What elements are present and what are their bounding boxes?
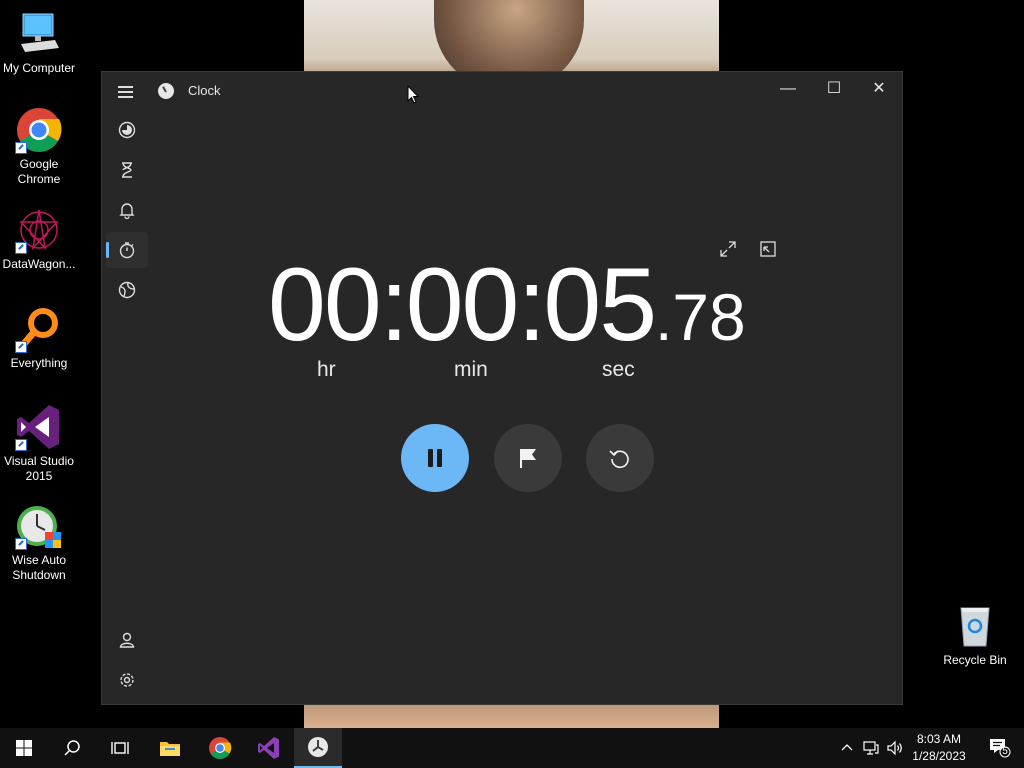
elapsed-time-display: 00:00:05.78 [268,246,746,365]
lap-button[interactable] [494,424,562,492]
folder-icon [160,742,180,756]
person-icon [119,632,135,648]
stopwatch-icon [119,242,135,259]
task-view-button[interactable] [96,728,144,768]
stopwatch-page: 00:00:05.78 hr min sec [152,110,902,704]
desktop-icon-my-computer[interactable]: My Computer [1,10,77,76]
search-icon [64,740,80,756]
show-hidden-icons-button[interactable] [836,728,858,768]
network-icon [863,741,879,755]
desktop-icon-label: Recycle Bin [943,653,1007,667]
desktop-icon-google-chrome[interactable]: Google Chrome [1,106,77,187]
taskbar-file-explorer[interactable] [146,728,194,768]
taskbar-visual-studio[interactable] [245,728,293,768]
hamburger-menu-icon[interactable] [116,82,136,100]
hours-unit-label: hr [317,358,336,381]
globe-icon [118,281,136,299]
speaker-icon [887,741,902,755]
time-separator: : [379,247,409,363]
nav-item-alarm[interactable] [106,192,148,228]
minimize-button[interactable]: — [765,72,811,106]
wise-auto-shutdown-icon [15,502,63,550]
hundredths-value: 78 [672,280,746,354]
close-button[interactable]: ✕ [856,72,902,106]
computer-icon [15,10,63,58]
recycle-bin-icon [951,602,999,650]
nav-item-timer[interactable] [106,152,148,188]
seconds-unit-label: sec [602,358,635,381]
desktop-icon-label: Wise Auto Shutdown [11,553,67,582]
datawagon-icon [15,206,63,254]
decimal-separator: . [655,285,673,354]
taskbar: 8:03 AM 1/28/2023 5 [0,728,1024,768]
search-button[interactable] [48,728,96,768]
visual-studio-icon [15,403,63,451]
desktop-icon-label: My Computer [2,61,76,75]
compact-overlay-icon [760,241,776,257]
desktop-icon-datawagon[interactable]: DataWagon... [1,206,77,272]
window-title: Clock [188,83,221,98]
taskbar-clock[interactable]: 8:03 AM 1/28/2023 [908,731,970,765]
volume-button[interactable] [883,728,907,768]
desktop-icon-label: Visual Studio 2015 [4,454,74,483]
everything-icon [15,305,63,353]
clock-app-icon [158,83,174,99]
desktop-icon-label: Everything [10,356,68,370]
nav-item-world-clock[interactable] [106,272,148,308]
reset-icon [609,450,629,469]
pause-button[interactable] [401,424,469,492]
desktop-icon-wise-auto-shutdown[interactable]: Wise Auto Shutdown [1,502,77,583]
clock-time: 8:03 AM [916,732,962,746]
focus-sessions-icon [118,121,136,139]
nav-item-focus-sessions[interactable] [106,112,148,148]
flag-icon [520,449,536,468]
start-button[interactable] [0,728,48,768]
nav-item-settings[interactable] [106,662,148,698]
minutes-value: 00 [405,247,520,363]
pause-icon [428,449,442,467]
desktop-icon-visual-studio[interactable]: Visual Studio 2015 [1,403,77,484]
maximize-button[interactable]: ☐ [811,72,857,106]
visual-studio-icon [258,737,279,759]
bell-icon [119,203,135,219]
desktop-icon-recycle-bin[interactable]: Recycle Bin [937,602,1013,668]
chrome-icon [209,737,232,759]
clock-app-icon [308,737,328,757]
desktop-icon-label: Google Chrome [17,157,61,186]
time-separator: : [517,247,547,363]
navigation-rail [102,110,152,704]
hours-value: 00 [268,247,382,363]
keep-on-top-button[interactable] [753,234,783,264]
nav-item-stopwatch[interactable] [106,232,148,268]
clock-window: Clock — ☐ ✕ 00:00:05.78 hr min sec [101,71,903,705]
windows-logo-icon [16,740,32,756]
seconds-value: 05 [543,247,657,363]
network-button[interactable] [859,728,883,768]
desktop: My Computer Google Chrome DataWagon... E… [0,0,1024,728]
desktop-icon-label: DataWagon... [2,257,76,271]
taskbar-clock-app[interactable] [294,728,342,768]
clock-date: 1/28/2023 [912,749,966,763]
nav-item-account[interactable] [106,622,148,658]
taskbar-google-chrome[interactable] [196,728,244,768]
minutes-unit-label: min [454,358,488,381]
reset-button[interactable] [586,424,654,492]
title-bar[interactable]: Clock — ☐ ✕ [102,72,902,110]
notification-count-badge: 5 [1002,746,1008,757]
gear-icon [120,673,134,687]
chrome-icon [15,106,63,154]
chevron-up-icon [841,744,853,751]
desktop-icon-everything[interactable]: Everything [1,305,77,371]
action-center-button[interactable]: 5 [976,728,1024,768]
hourglass-icon [122,162,132,178]
task-view-icon [111,742,129,754]
